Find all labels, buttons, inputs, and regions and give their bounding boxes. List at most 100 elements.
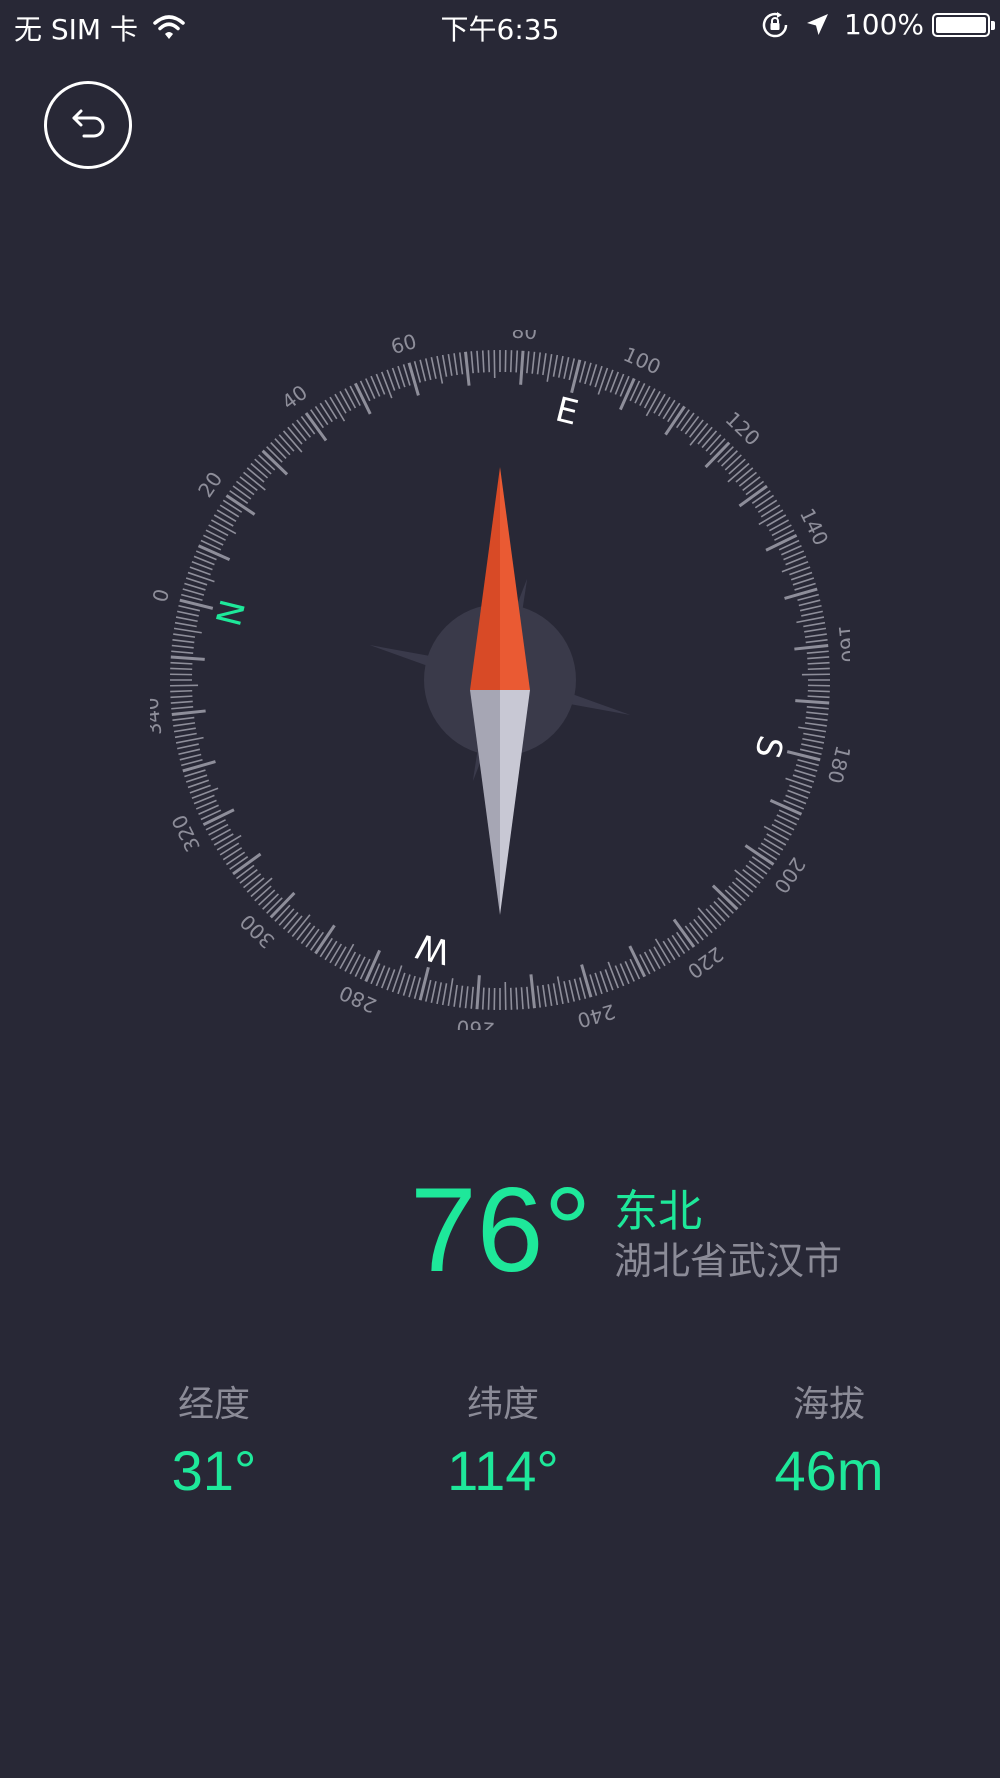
compass-degree-label: 280 — [336, 981, 381, 1018]
compass-tick — [568, 358, 576, 381]
compass-tick — [807, 661, 830, 665]
stat-altitude: 海拔 46m — [709, 1380, 949, 1506]
compass-degree-label: 180 — [823, 743, 850, 786]
compass-needle — [470, 467, 530, 915]
compass-tick — [499, 987, 501, 1011]
compass-degree-label: 140 — [795, 504, 833, 549]
compass-tick — [181, 593, 203, 602]
compass-tick — [430, 981, 437, 1003]
compass-tick — [441, 983, 448, 1006]
compass-tick — [802, 737, 825, 744]
compass-cardinal-w: W — [412, 925, 454, 972]
compass-degree-label: 40 — [277, 380, 312, 414]
compass-tick — [653, 393, 666, 414]
compass-tick — [305, 928, 320, 948]
compass-tick — [520, 987, 524, 1010]
compass-tick — [805, 716, 828, 722]
compass-degree-label: 60 — [388, 330, 419, 359]
compass-tick — [526, 351, 530, 374]
compass-tick — [424, 979, 432, 1002]
compass-tick — [542, 353, 547, 376]
heading-value: 76° — [410, 1163, 592, 1297]
stat-value: 31° — [171, 1439, 257, 1502]
compass-tick — [219, 504, 240, 518]
compass-tick — [397, 972, 406, 995]
compass-tick — [487, 987, 491, 1010]
compass-tick — [798, 726, 827, 733]
compass-degree-label: 20 — [193, 467, 227, 502]
compass-degree-label: 220 — [683, 942, 728, 984]
compass-tick — [563, 357, 570, 379]
compass-tick — [413, 977, 422, 999]
compass-tick — [807, 689, 830, 693]
back-button[interactable] — [44, 81, 132, 169]
compass-tick — [170, 667, 193, 671]
location-arrow-icon — [802, 10, 832, 40]
compass-tick — [481, 350, 485, 373]
compass-tick — [202, 808, 235, 827]
compass-tick — [760, 842, 781, 856]
compass-tick — [436, 982, 443, 1005]
compass-tick — [324, 940, 338, 961]
compass-tick — [300, 925, 316, 945]
compass-tick — [349, 954, 361, 975]
compass-tick — [807, 684, 830, 687]
compass-tick — [334, 946, 347, 967]
compass-tick — [493, 987, 496, 1010]
compass-tick — [546, 353, 553, 382]
rotation-lock-icon — [760, 10, 790, 40]
compass-tick — [173, 633, 196, 638]
compass-tick — [684, 415, 700, 435]
compass-degree-label: 260 — [456, 1015, 496, 1030]
compass-tick — [339, 943, 355, 970]
compass-tick — [795, 764, 818, 772]
compass-tick — [170, 689, 193, 693]
compass-tick — [178, 604, 201, 612]
compass-tick — [173, 627, 202, 634]
compass-tick — [464, 986, 469, 1009]
compass-tick — [531, 351, 536, 374]
compass-tick — [806, 706, 829, 710]
compass-tick — [174, 621, 197, 628]
compass-tick — [763, 837, 784, 851]
compass-tick — [481, 987, 485, 1010]
compass-tick — [806, 711, 829, 716]
compass-tick — [170, 695, 193, 699]
compass-tick — [763, 825, 790, 841]
compass-tick — [594, 365, 603, 388]
compass-tick — [748, 860, 768, 875]
stat-label: 经度 — [177, 1384, 250, 1425]
compass-tick — [799, 748, 822, 756]
compass-tick — [205, 529, 226, 541]
compass-tick — [804, 722, 827, 727]
compass-tick — [329, 943, 343, 964]
compass-tick — [235, 480, 255, 496]
stat-label: 海拔 — [792, 1384, 865, 1425]
compass-cardinal-e: E — [552, 390, 583, 434]
needle-south-left — [470, 690, 500, 915]
stat-value: 114° — [447, 1439, 559, 1502]
compass-tick — [584, 362, 592, 385]
compass-tick — [803, 732, 826, 739]
stat-label: 纬度 — [466, 1384, 539, 1425]
status-right: 100% — [760, 8, 995, 41]
compass-tick — [169, 679, 193, 681]
compass-tick — [557, 355, 564, 378]
compass-tick — [807, 695, 830, 699]
needle-south-right — [500, 690, 530, 915]
battery-percent: 100% — [843, 8, 924, 41]
compass-tick — [447, 978, 454, 1007]
compass-tick — [645, 390, 661, 417]
back-arrow-icon — [72, 109, 105, 138]
stat-value: 46m — [774, 1439, 884, 1502]
compass-tick — [232, 485, 252, 500]
compass-tick — [210, 519, 237, 535]
compass-tick — [628, 945, 647, 978]
compass-degree-label: 320 — [167, 811, 205, 856]
compass-tick — [208, 524, 229, 537]
compass-degree-label: 340 — [150, 696, 166, 736]
compass-tick — [185, 577, 208, 586]
compass-tick — [504, 350, 507, 373]
stat-longitude: 经度 31° — [94, 1380, 334, 1506]
compass-tick — [769, 799, 803, 816]
